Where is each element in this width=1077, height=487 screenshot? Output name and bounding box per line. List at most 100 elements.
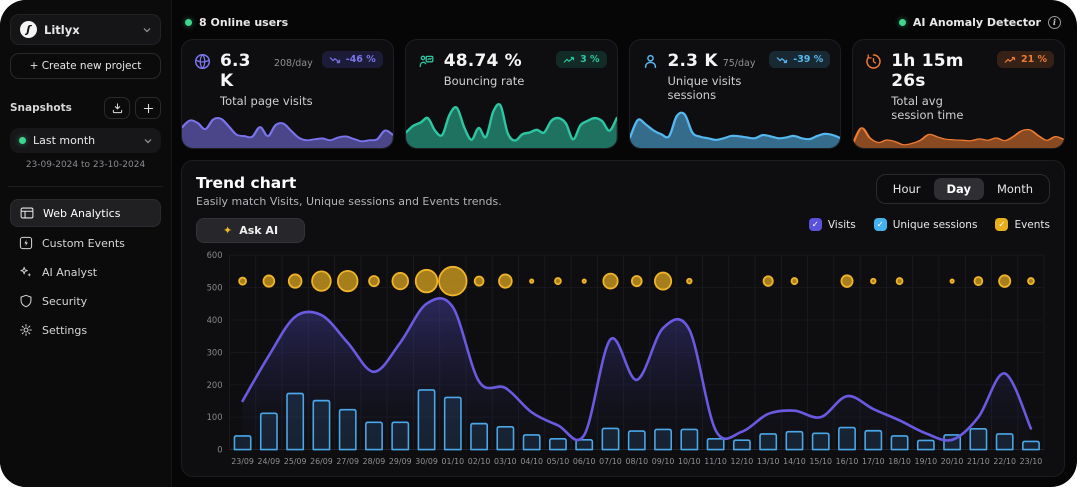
trend-up-icon <box>563 56 575 64</box>
stat-per-day: 75/day <box>723 58 756 69</box>
gear-icon <box>19 323 33 337</box>
download-snapshot-button[interactable] <box>104 97 130 119</box>
svg-text:09/10: 09/10 <box>652 457 675 466</box>
svg-text:28/09: 28/09 <box>363 457 386 466</box>
sparkline-total-page-visits <box>182 108 393 148</box>
chart-legend: ✓ Visits ✓ Unique sessions ✓ Events <box>809 218 1050 231</box>
stat-card-bouncing-rate: 48.74 % Bouncing rate 3 % <box>405 39 618 149</box>
ask-ai-button[interactable]: ✦ Ask AI <box>196 218 305 243</box>
anomaly-status-dot <box>899 19 906 26</box>
svg-text:17/10: 17/10 <box>862 457 885 466</box>
trend-chart-card: Trend chart Easily match Visits, Unique … <box>181 160 1065 477</box>
chevron-down-icon <box>143 26 151 34</box>
user-icon <box>642 53 659 102</box>
app-window: ʃ Litlyx + Create new project Snapshots … <box>0 0 1077 487</box>
svg-text:400: 400 <box>207 316 223 326</box>
svg-text:13/10: 13/10 <box>757 457 780 466</box>
svg-text:12/10: 12/10 <box>731 457 754 466</box>
snapshot-date-range: 23-09-2024 to 23-10-2024 <box>10 160 161 170</box>
svg-text:26/09: 26/09 <box>310 457 333 466</box>
online-users-label: 8 Online users <box>199 16 288 29</box>
sidebar-item-ai-analyst[interactable]: AI Analyst <box>10 259 161 285</box>
svg-text:06/10: 06/10 <box>573 457 596 466</box>
add-snapshot-button[interactable] <box>135 97 161 119</box>
trend-title: Trend chart <box>196 174 502 192</box>
svg-text:16/10: 16/10 <box>836 457 859 466</box>
svg-text:24/09: 24/09 <box>258 457 281 466</box>
trend-badge: -46 % <box>322 51 383 68</box>
svg-text:08/10: 08/10 <box>625 457 648 466</box>
svg-text:30/09: 30/09 <box>415 457 438 466</box>
project-name: Litlyx <box>44 23 136 37</box>
topbar: 8 Online users AI Anomaly Detector i <box>181 12 1065 39</box>
time-range-toggle: Hour Day Month <box>876 174 1050 204</box>
trend-chart-svg: 010020030040050060023/0924/0925/0926/092… <box>196 247 1050 470</box>
trend-down-icon <box>776 56 788 64</box>
svg-text:02/10: 02/10 <box>468 457 491 466</box>
sidebar: ʃ Litlyx + Create new project Snapshots … <box>0 0 172 487</box>
tab-hour[interactable]: Hour <box>880 178 934 200</box>
trend-badge: 3 % <box>556 51 606 68</box>
svg-text:15/10: 15/10 <box>809 457 832 466</box>
sidebar-item-custom-events[interactable]: Custom Events <box>10 230 161 256</box>
checkbox-events[interactable]: ✓ <box>995 218 1008 231</box>
tab-day[interactable]: Day <box>934 178 984 200</box>
svg-text:25/09: 25/09 <box>284 457 307 466</box>
sidebar-item-settings[interactable]: Settings <box>10 317 161 343</box>
shield-icon <box>19 294 33 308</box>
svg-text:29/09: 29/09 <box>389 457 412 466</box>
globe-icon <box>194 53 211 108</box>
svg-text:03/10: 03/10 <box>494 457 517 466</box>
sparkline-avg-session-time <box>853 122 1064 148</box>
sparkline-unique-sessions <box>630 102 841 148</box>
plus-icon <box>143 103 154 114</box>
timer-icon <box>865 53 882 122</box>
trend-subtitle: Easily match Visits, Unique sessions and… <box>196 195 502 208</box>
stat-card-unique-sessions: 2.3 K 75/day Unique visits sessions -39 … <box>629 39 842 149</box>
svg-text:300: 300 <box>207 348 223 358</box>
stat-per-day: 208/day <box>274 58 313 69</box>
checkbox-visits[interactable]: ✓ <box>809 218 822 231</box>
sidebar-divider <box>8 186 163 187</box>
stat-cards-row: 6.3 K 208/day Total page visits -46 % <box>181 39 1065 149</box>
svg-text:01/10: 01/10 <box>441 457 464 466</box>
download-icon <box>112 103 123 114</box>
create-project-button[interactable]: + Create new project <box>10 53 161 79</box>
svg-text:19/10: 19/10 <box>915 457 938 466</box>
main-content: 8 Online users AI Anomaly Detector i 6.3… <box>172 0 1077 487</box>
svg-text:23/10: 23/10 <box>1020 457 1043 466</box>
info-icon[interactable]: i <box>1048 16 1061 29</box>
svg-text:0: 0 <box>217 445 222 455</box>
snapshot-select[interactable]: Last month <box>10 128 161 153</box>
stat-label: Bouncing rate <box>444 74 547 88</box>
legend-visits[interactable]: ✓ Visits <box>809 218 856 231</box>
trend-chart-area[interactable]: 010020030040050060023/0924/0925/0926/092… <box>196 247 1050 470</box>
tab-month[interactable]: Month <box>984 178 1046 200</box>
trend-badge: -39 % <box>769 51 830 68</box>
svg-text:14/10: 14/10 <box>783 457 806 466</box>
svg-text:200: 200 <box>207 381 223 391</box>
legend-unique-sessions[interactable]: ✓ Unique sessions <box>874 218 978 231</box>
checkbox-unique-sessions[interactable]: ✓ <box>874 218 887 231</box>
trend-badge: 21 % <box>997 51 1054 68</box>
sidebar-item-security[interactable]: Security <box>10 288 161 314</box>
svg-text:23/09: 23/09 <box>231 457 254 466</box>
snapshot-status-dot <box>19 137 26 144</box>
snapshots-label: Snapshots <box>10 102 99 114</box>
sidebar-item-web-analytics[interactable]: Web Analytics <box>10 199 161 227</box>
svg-text:07/10: 07/10 <box>599 457 622 466</box>
svg-text:27/09: 27/09 <box>336 457 359 466</box>
stat-card-avg-session-time: 1h 15m 26s Total avg session time 21 % <box>852 39 1065 149</box>
stat-value: 2.3 K <box>668 51 718 71</box>
stat-value: 6.3 K <box>220 51 269 91</box>
svg-text:500: 500 <box>207 284 223 294</box>
svg-text:600: 600 <box>207 251 223 261</box>
svg-text:18/10: 18/10 <box>888 457 911 466</box>
chevron-down-icon <box>144 137 152 145</box>
svg-text:04/10: 04/10 <box>520 457 543 466</box>
project-selector[interactable]: ʃ Litlyx <box>10 14 161 45</box>
litlyx-logo-icon: ʃ <box>20 21 37 38</box>
legend-events[interactable]: ✓ Events <box>995 218 1050 231</box>
stat-label: Total avg session time <box>891 94 988 122</box>
sparkles-icon <box>19 265 33 279</box>
